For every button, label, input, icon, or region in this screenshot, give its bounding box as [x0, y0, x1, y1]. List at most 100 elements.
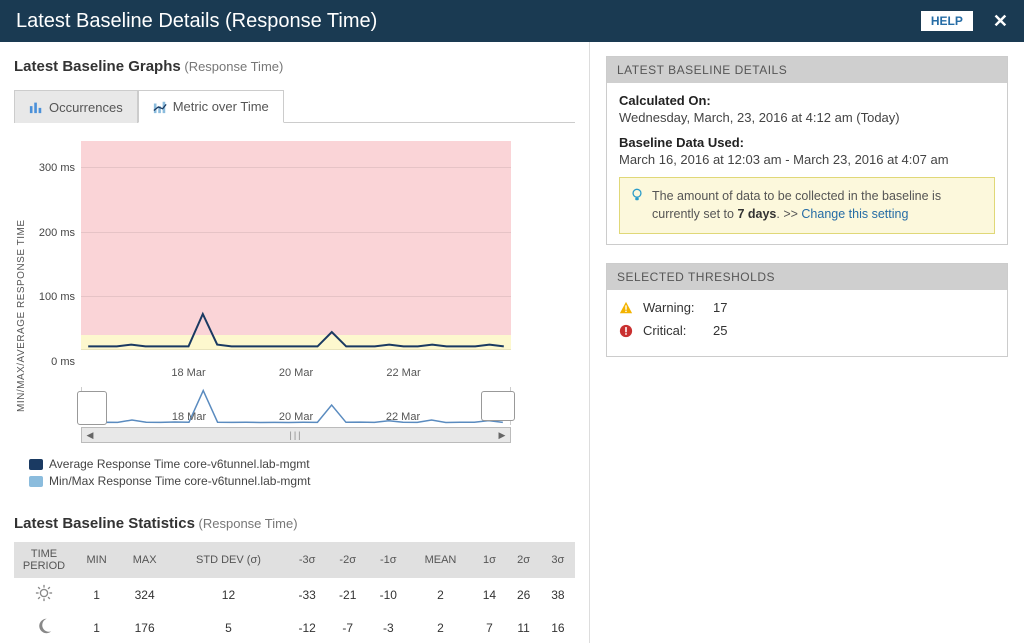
stats-cell: -21 — [327, 578, 368, 611]
graphs-heading-text: Latest Baseline Graphs — [14, 58, 181, 75]
table-row: 11765-12-7-3271116 — [14, 611, 575, 644]
table-row: 132412-33-21-102142638 — [14, 578, 575, 611]
legend-minmax: Min/Max Response Time core-v6tunnel.lab-… — [29, 474, 575, 488]
tab-metric-over-time[interactable]: Metric over Time — [138, 90, 284, 123]
stats-cell: 16 — [541, 611, 575, 644]
stats-cell: -3 — [368, 611, 409, 644]
xtick-18: 18 Mar — [135, 367, 243, 379]
help-button[interactable]: HELP — [921, 11, 973, 31]
stats-cell: 38 — [541, 578, 575, 611]
stats-col-4: -3σ — [287, 542, 328, 578]
avg-line — [81, 347, 511, 349]
stats-cell: 5 — [170, 611, 287, 644]
stats-cell: 26 — [507, 578, 541, 611]
swatch-dark-icon — [29, 459, 43, 470]
graphs-heading: Latest Baseline Graphs (Response Time) — [14, 58, 575, 75]
stats-cell: 14 — [472, 578, 506, 611]
ytick-300: 300 ms — [39, 162, 75, 174]
stats-heading: Latest Baseline Statistics (Response Tim… — [14, 515, 575, 532]
data-used-label: Baseline Data Used: — [619, 135, 995, 150]
legend-avg: Average Response Time core-v6tunnel.lab-… — [29, 457, 575, 471]
stats-col-10: 3σ — [541, 542, 575, 578]
threshold-critical: Critical: 25 — [619, 323, 995, 338]
x-ticks: 18 Mar 20 Mar 22 Mar — [81, 367, 511, 379]
graphs-heading-sub: (Response Time) — [184, 59, 283, 74]
main-chart[interactable]: 300 ms 200 ms 100 ms 0 ms 18 Mar 20 Mar — [81, 141, 511, 361]
stats-cell: 2 — [409, 578, 473, 611]
stats-cell: -10 — [368, 578, 409, 611]
page-title: Latest Baseline Details (Response Time) — [16, 10, 377, 33]
warning-icon — [619, 301, 633, 315]
graph-tabs: Occurrences Metric over Time — [14, 89, 575, 123]
tab-occurrences[interactable]: Occurrences — [14, 90, 138, 123]
stats-heading-text: Latest Baseline Statistics — [14, 515, 195, 532]
moon-icon — [14, 611, 74, 644]
stats-col-2: MAX — [119, 542, 170, 578]
xtick-22: 22 Mar — [350, 367, 458, 379]
right-pane: LATEST BASELINE DETAILS Calculated On: W… — [590, 42, 1024, 643]
stats-col-7: MEAN — [409, 542, 473, 578]
tab-occurrences-label: Occurrences — [49, 100, 123, 115]
overview-chart[interactable]: 18 Mar 20 Mar 22 Mar ◀ ||| ▶ — [81, 387, 511, 443]
stats-cell: -12 — [287, 611, 328, 644]
scroll-right-icon[interactable]: ▶ — [496, 429, 508, 441]
stats-heading-sub: (Response Time) — [199, 516, 298, 531]
stats-cell: -7 — [327, 611, 368, 644]
panel-details-title: LATEST BASELINE DETAILS — [607, 57, 1007, 83]
overview-scrollbar[interactable]: ◀ ||| ▶ — [81, 427, 511, 443]
critical-icon — [619, 324, 633, 338]
hint-days: 7 days — [737, 207, 776, 221]
stats-col-6: -1σ — [368, 542, 409, 578]
stats-cell: 176 — [119, 611, 170, 644]
critical-label: Critical: — [643, 323, 703, 338]
swatch-light-icon — [29, 476, 43, 487]
scroll-grip[interactable]: ||| — [96, 430, 496, 440]
stats-cell: 11 — [507, 611, 541, 644]
baseline-hint: The amount of data to be collected in th… — [619, 177, 995, 234]
mini-xtick-18: 18 Mar — [136, 411, 243, 423]
bar-chart-icon — [29, 100, 43, 114]
close-icon[interactable]: ✕ — [993, 11, 1008, 32]
calc-on-label: Calculated On: — [619, 93, 995, 108]
stats-table: TIME PERIODMINMAXSTD DEV (σ)-3σ-2σ-1σMEA… — [14, 542, 575, 644]
scroll-left-icon[interactable]: ◀ — [84, 429, 96, 441]
mini-xtick-22: 22 Mar — [350, 411, 457, 423]
panel-thresholds-title: SELECTED THRESHOLDS — [607, 264, 1007, 290]
stats-col-0: TIME PERIOD — [14, 542, 74, 578]
stats-cell: 1 — [74, 611, 119, 644]
chart-legend: Average Response Time core-v6tunnel.lab-… — [29, 457, 575, 488]
panel-thresholds: SELECTED THRESHOLDS Warning: 17 Critical… — [606, 263, 1008, 357]
stats-col-1: MIN — [74, 542, 119, 578]
ytick-100: 100 ms — [39, 291, 75, 303]
stats-cell: 12 — [170, 578, 287, 611]
mini-xtick-20: 20 Mar — [243, 411, 350, 423]
warning-label: Warning: — [643, 300, 703, 315]
stats-cell: -33 — [287, 578, 328, 611]
legend-avg-label: Average Response Time core-v6tunnel.lab-… — [49, 457, 310, 471]
y-axis-label: MIN/MAX/AVERAGE RESPONSE TIME — [14, 141, 29, 491]
ytick-200: 200 ms — [39, 227, 75, 239]
stats-cell: 2 — [409, 611, 473, 644]
stats-col-9: 2σ — [507, 542, 541, 578]
hint-text-post: . >> — [776, 207, 801, 221]
titlebar: Latest Baseline Details (Response Time) … — [0, 0, 1024, 42]
threshold-warning: Warning: 17 — [619, 300, 995, 315]
stats-col-8: 1σ — [472, 542, 506, 578]
ytick-0: 0 ms — [51, 356, 75, 368]
sun-icon — [14, 578, 74, 611]
stats-cell: 7 — [472, 611, 506, 644]
tab-metric-label: Metric over Time — [173, 99, 269, 114]
stats-cell: 1 — [74, 578, 119, 611]
xtick-20: 20 Mar — [242, 367, 350, 379]
lightbulb-icon — [630, 188, 644, 223]
change-setting-link[interactable]: Change this setting — [801, 207, 908, 221]
data-used-value: March 16, 2016 at 12:03 am - March 23, 2… — [619, 152, 995, 167]
stats-col-5: -2σ — [327, 542, 368, 578]
line-chart-icon — [153, 100, 167, 114]
panel-details: LATEST BASELINE DETAILS Calculated On: W… — [606, 56, 1008, 245]
calc-on-value: Wednesday, March, 23, 2016 at 4:12 am (T… — [619, 110, 995, 125]
legend-minmax-label: Min/Max Response Time core-v6tunnel.lab-… — [49, 474, 310, 488]
left-pane: Latest Baseline Graphs (Response Time) O… — [0, 42, 590, 643]
stats-cell: 324 — [119, 578, 170, 611]
critical-value: 25 — [713, 323, 727, 338]
